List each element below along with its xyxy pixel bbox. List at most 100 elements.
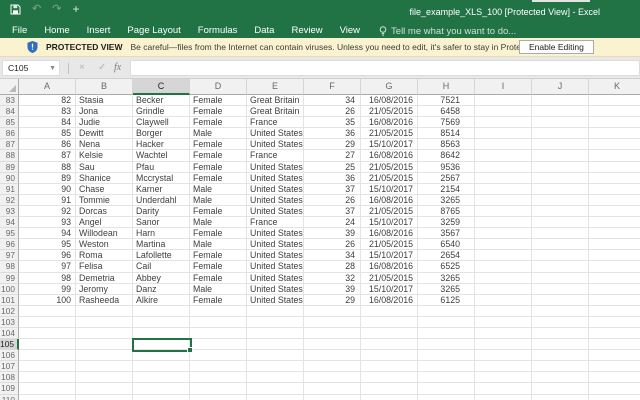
cell-A108[interactable] <box>19 372 76 383</box>
cell-E84[interactable]: Great Britain <box>247 106 304 117</box>
cell-D85[interactable]: Female <box>190 117 247 128</box>
cell-J102[interactable] <box>532 306 589 317</box>
cell-B91[interactable]: Chase <box>76 184 133 195</box>
cell-G106[interactable] <box>361 350 418 361</box>
cell-B103[interactable] <box>76 317 133 328</box>
cell-H99[interactable]: 3265 <box>418 273 475 284</box>
cell-H95[interactable]: 3567 <box>418 228 475 239</box>
cell-I104[interactable] <box>475 328 532 339</box>
cell-I106[interactable] <box>475 350 532 361</box>
cell-C107[interactable] <box>133 361 190 372</box>
column-header-J[interactable]: J <box>532 79 589 95</box>
cell-B85[interactable]: Judie <box>76 117 133 128</box>
cell-K91[interactable] <box>589 184 640 195</box>
cell-J89[interactable] <box>532 162 589 173</box>
cell-B93[interactable]: Dorcas <box>76 206 133 217</box>
cell-F93[interactable]: 37 <box>304 206 361 217</box>
cell-J95[interactable] <box>532 228 589 239</box>
cell-C100[interactable]: Danz <box>133 284 190 295</box>
cell-A98[interactable]: 97 <box>19 261 76 272</box>
tab-view[interactable]: View <box>340 24 360 38</box>
cell-C94[interactable]: Sanor <box>133 217 190 228</box>
cell-C108[interactable] <box>133 372 190 383</box>
cell-I108[interactable] <box>475 372 532 383</box>
cell-F110[interactable] <box>304 395 361 400</box>
row-header-110[interactable]: 110 <box>0 395 19 400</box>
name-box[interactable]: C105 ▼ <box>2 60 60 76</box>
cell-B102[interactable] <box>76 306 133 317</box>
customize-quick-access-icon[interactable]: + <box>72 4 79 15</box>
cell-B97[interactable]: Roma <box>76 250 133 261</box>
cell-K97[interactable] <box>589 250 640 261</box>
cell-F88[interactable]: 27 <box>304 150 361 161</box>
cell-E109[interactable] <box>247 383 304 394</box>
cell-B95[interactable]: Willodean <box>76 228 133 239</box>
cell-I83[interactable] <box>475 95 532 106</box>
cell-F89[interactable]: 25 <box>304 162 361 173</box>
cell-H100[interactable]: 3265 <box>418 284 475 295</box>
cell-I98[interactable] <box>475 261 532 272</box>
cell-K93[interactable] <box>589 206 640 217</box>
cell-F108[interactable] <box>304 372 361 383</box>
row-header-93[interactable]: 93 <box>0 206 19 217</box>
cell-J93[interactable] <box>532 206 589 217</box>
cell-C84[interactable]: Grindle <box>133 106 190 117</box>
cell-K103[interactable] <box>589 317 640 328</box>
tab-insert[interactable]: Insert <box>87 24 111 38</box>
row-header-87[interactable]: 87 <box>0 139 19 150</box>
row-header-100[interactable]: 100 <box>0 284 19 295</box>
cell-F102[interactable] <box>304 306 361 317</box>
cell-J88[interactable] <box>532 150 589 161</box>
row-header-91[interactable]: 91 <box>0 184 19 195</box>
cell-C83[interactable]: Becker <box>133 95 190 106</box>
name-box-dropdown-icon[interactable]: ▼ <box>49 61 56 76</box>
cell-I103[interactable] <box>475 317 532 328</box>
cell-B104[interactable] <box>76 328 133 339</box>
cell-C88[interactable]: Wachtel <box>133 150 190 161</box>
cell-E107[interactable] <box>247 361 304 372</box>
cell-C93[interactable]: Darity <box>133 206 190 217</box>
cell-C89[interactable]: Pfau <box>133 162 190 173</box>
cell-B84[interactable]: Jona <box>76 106 133 117</box>
cell-E98[interactable]: United States <box>247 261 304 272</box>
cell-A86[interactable]: 85 <box>19 128 76 139</box>
cell-D99[interactable]: Female <box>190 273 247 284</box>
tab-file[interactable]: File <box>12 24 27 38</box>
row-header-109[interactable]: 109 <box>0 383 19 394</box>
cell-B88[interactable]: Kelsie <box>76 150 133 161</box>
cell-A104[interactable] <box>19 328 76 339</box>
redo-icon[interactable]: ↷ <box>52 4 61 15</box>
cell-B86[interactable]: Dewitt <box>76 128 133 139</box>
cell-D86[interactable]: Male <box>190 128 247 139</box>
cell-J91[interactable] <box>532 184 589 195</box>
cell-E110[interactable] <box>247 395 304 400</box>
cell-J107[interactable] <box>532 361 589 372</box>
cell-A100[interactable]: 99 <box>19 284 76 295</box>
cell-J110[interactable] <box>532 395 589 400</box>
cell-E83[interactable]: Great Britain <box>247 95 304 106</box>
row-header-104[interactable]: 104 <box>0 328 19 339</box>
cell-E97[interactable]: United States <box>247 250 304 261</box>
row-header-89[interactable]: 89 <box>0 162 19 173</box>
cell-F87[interactable]: 29 <box>304 139 361 150</box>
cell-A106[interactable] <box>19 350 76 361</box>
cell-K102[interactable] <box>589 306 640 317</box>
cell-I89[interactable] <box>475 162 532 173</box>
cell-A87[interactable]: 86 <box>19 139 76 150</box>
cell-D97[interactable]: Female <box>190 250 247 261</box>
cell-C110[interactable] <box>133 395 190 400</box>
cell-H91[interactable]: 2154 <box>418 184 475 195</box>
undo-icon[interactable]: ↶ <box>32 4 41 15</box>
cell-E104[interactable] <box>247 328 304 339</box>
cell-D108[interactable] <box>190 372 247 383</box>
cell-I91[interactable] <box>475 184 532 195</box>
cell-A109[interactable] <box>19 383 76 394</box>
cell-K95[interactable] <box>589 228 640 239</box>
cell-C96[interactable]: Martina <box>133 239 190 250</box>
cell-I100[interactable] <box>475 284 532 295</box>
cell-F86[interactable]: 36 <box>304 128 361 139</box>
cell-J92[interactable] <box>532 195 589 206</box>
cell-H96[interactable]: 6540 <box>418 239 475 250</box>
cell-G103[interactable] <box>361 317 418 328</box>
row-header-105[interactable]: 105 <box>0 339 19 350</box>
